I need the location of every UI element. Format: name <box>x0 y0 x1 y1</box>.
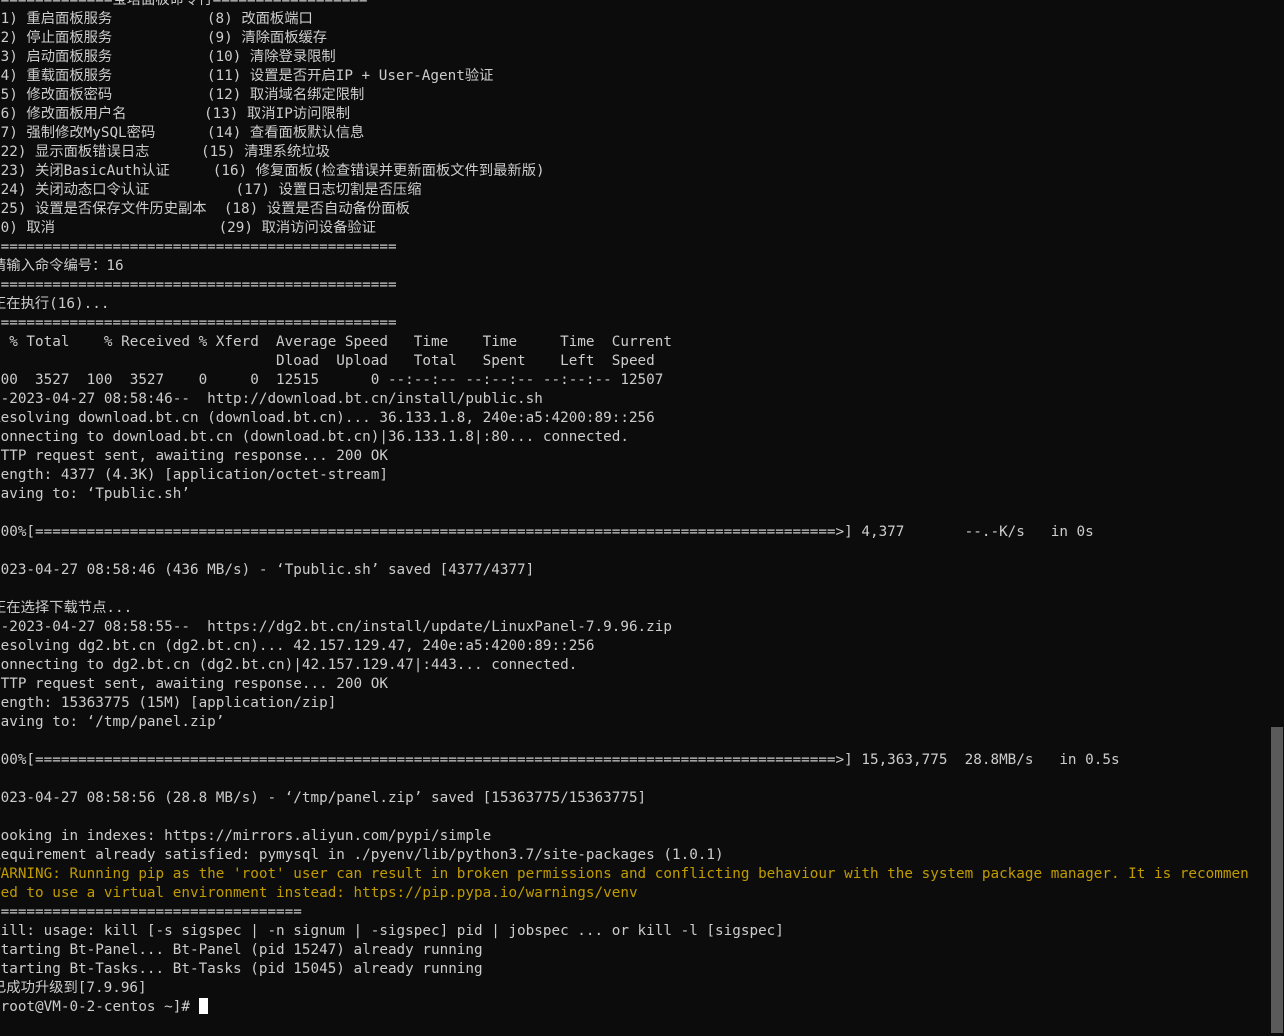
output-line: (24) 关闭动态口令认证 (17) 设置日志切割是否压缩 <box>0 182 422 198</box>
output-line: Starting Bt-Tasks... Bt-Tasks (pid 15045… <box>0 961 483 977</box>
output-line: (1) 重启面板服务 (8) 改面板端口 <box>0 11 313 27</box>
terminal-window[interactable]: ==============宝塔面板命令行================== (… <box>0 0 1284 1036</box>
terminal-output: ==============宝塔面板命令行================== (… <box>0 0 1270 1017</box>
vertical-scrollbar[interactable] <box>1270 0 1284 1036</box>
output-line: (5) 修改面板密码 (12) 取消域名绑定限制 <box>0 87 365 103</box>
output-line: 已成功升级到[7.9.96] <box>0 980 147 996</box>
output-line: (23) 关闭BasicAuth认证 (16) 修复面板(检查错误并更新面板文件… <box>0 163 545 179</box>
output-line: Connecting to download.bt.cn (download.b… <box>0 429 629 445</box>
output-line: Starting Bt-Panel... Bt-Panel (pid 15247… <box>0 942 483 958</box>
output-line: ========================================… <box>0 315 397 331</box>
output-line: Dload Upload Total Spent Left Speed <box>0 353 655 369</box>
output-line: Saving to: ‘Tpublic.sh’ <box>0 486 190 502</box>
output-line: ========================================… <box>0 277 397 293</box>
output-line: 请输入命令编号：16 <box>0 258 124 274</box>
warning-line: ded to use a virtual environment instead… <box>0 885 638 901</box>
output-line: HTTP request sent, awaiting response... … <box>0 448 388 464</box>
output-line: 正在执行(16)... <box>0 296 110 312</box>
output-line: ==================================== <box>0 904 302 920</box>
output-line: --2023-04-27 08:58:46-- http://download.… <box>0 391 543 407</box>
prompt-line[interactable]: [root@VM-0-2-centos ~]# <box>0 998 1270 1017</box>
output-line: --2023-04-27 08:58:55-- https://dg2.bt.c… <box>0 619 672 635</box>
output-line: Looking in indexes: https://mirrors.aliy… <box>0 828 492 844</box>
warning-line: WARNING: Running pip as the 'root' user … <box>0 866 1249 882</box>
output-line: ==============宝塔面板命令行================== <box>0 0 368 8</box>
output-line: (4) 重载面板服务 (11) 设置是否开启IP + User-Agent验证 <box>0 68 494 84</box>
output-line: (3) 启动面板服务 (10) 清除登录限制 <box>0 49 336 65</box>
output-line: 100 3527 100 3527 0 0 12515 0 --:--:-- -… <box>0 372 664 388</box>
output-line: ========================================… <box>0 239 397 255</box>
output-line: % Total % Received % Xferd Average Speed… <box>0 334 672 350</box>
output-line: 100%[===================================… <box>0 524 1094 540</box>
output-line: 2023-04-27 08:58:46 (436 MB/s) - ‘Tpubli… <box>0 562 535 578</box>
output-line: Resolving dg2.bt.cn (dg2.bt.cn)... 42.15… <box>0 638 595 654</box>
text-cursor <box>198 998 208 1014</box>
output-line: Length: 4377 (4.3K) [application/octet-s… <box>0 467 388 483</box>
output-line: (7) 强制修改MySQL密码 (14) 查看面板默认信息 <box>0 125 365 141</box>
output-line: Requirement already satisfied: pymysql i… <box>0 847 724 863</box>
output-line: 2023-04-27 08:58:56 (28.8 MB/s) - ‘/tmp/… <box>0 790 647 806</box>
output-line: (6) 修改面板用户名 (13) 取消IP访问限制 <box>0 106 351 122</box>
output-line: kill: usage: kill [-s sigspec | -n signu… <box>0 923 784 939</box>
output-line: (2) 停止面板服务 (9) 清除面板缓存 <box>0 30 328 46</box>
output-line: (22) 显示面板错误日志 (15) 清理系统垃圾 <box>0 144 330 160</box>
output-line: Length: 15363775 (15M) [application/zip] <box>0 695 337 711</box>
output-line: 100%[===================================… <box>0 752 1120 768</box>
output-line: Resolving download.bt.cn (download.bt.cn… <box>0 410 655 426</box>
output-line: (25) 设置是否保存文件历史副本 (18) 设置是否自动备份面板 <box>0 201 410 217</box>
output-line: Connecting to dg2.bt.cn (dg2.bt.cn)|42.1… <box>0 657 578 673</box>
shell-prompt: [root@VM-0-2-centos ~]# <box>0 999 199 1015</box>
output-line: 正在选择下载节点... <box>0 600 133 616</box>
scrollbar-thumb[interactable] <box>1271 727 1283 1033</box>
output-line: HTTP request sent, awaiting response... … <box>0 676 388 692</box>
output-line: (0) 取消 (29) 取消访问设备验证 <box>0 220 376 236</box>
output-line: Saving to: ‘/tmp/panel.zip’ <box>0 714 225 730</box>
